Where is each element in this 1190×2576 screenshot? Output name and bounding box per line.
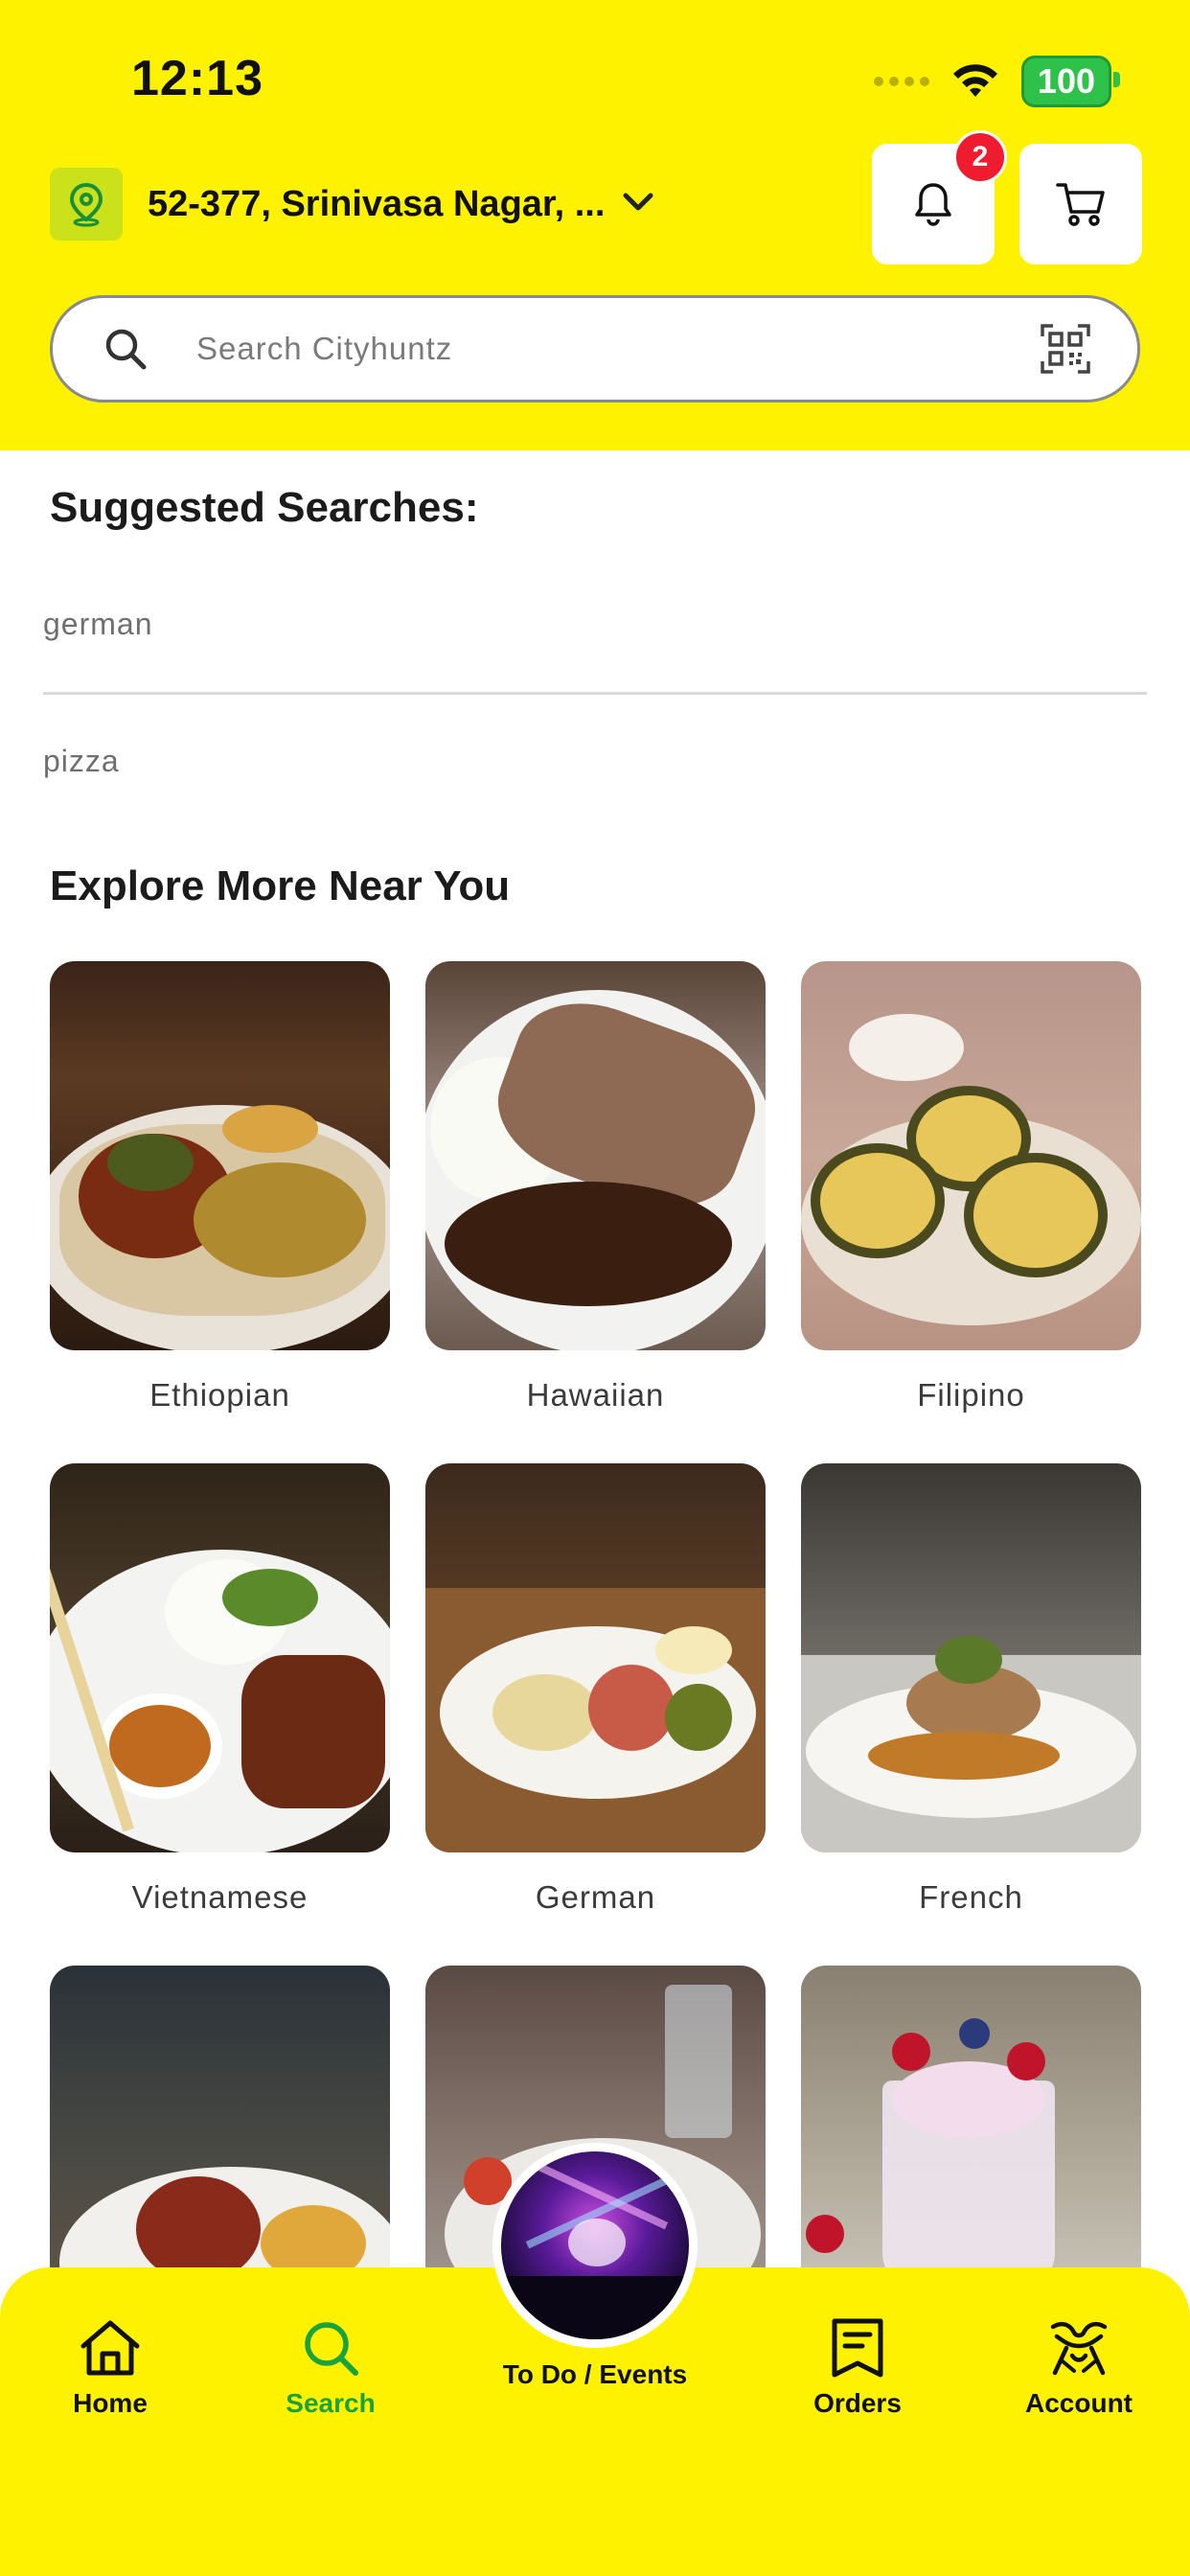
notification-count-badge: 2	[953, 130, 1007, 184]
cellular-signal-icon	[873, 77, 929, 86]
location-selector[interactable]: 52-377, Srinivasa Nagar, ...	[50, 168, 654, 241]
nav-search[interactable]: Search	[235, 2317, 426, 2419]
divider	[43, 692, 1147, 695]
cuisine-image	[50, 961, 390, 1350]
home-icon	[80, 2320, 140, 2376]
cuisine-tile-german[interactable]: German	[425, 1463, 766, 1916]
nav-label: Orders	[813, 2388, 902, 2418]
status-time: 12:13	[131, 51, 263, 106]
cuisine-image	[50, 1463, 390, 1852]
cuisine-label: Filipino	[917, 1377, 1025, 1413]
nav-label: Home	[73, 2388, 148, 2418]
search-icon	[103, 326, 149, 372]
location-address: 52-377, Srinivasa Nagar, ...	[148, 183, 606, 224]
wifi-icon	[950, 62, 1000, 101]
suggested-searches-title: Suggested Searches:	[50, 484, 479, 531]
chevron-down-icon	[622, 192, 654, 218]
cart-icon	[1056, 183, 1105, 226]
top-header: 12:13 100 52-377, Srinivasa Nagar, ... 2…	[0, 0, 1190, 450]
cuisine-tile-ethiopian[interactable]: Ethiopian	[50, 961, 390, 1414]
suggested-search-item[interactable]: german	[43, 607, 153, 642]
nav-account[interactable]: Account	[983, 2317, 1175, 2419]
location-pin-icon	[50, 168, 123, 241]
receipt-icon	[832, 2318, 883, 2378]
cuisine-label: French	[919, 1879, 1023, 1915]
cuisine-tile-vietnamese[interactable]: Vietnamese	[50, 1463, 390, 1916]
nav-events-label[interactable]: To Do / Events	[451, 2359, 739, 2390]
cuisine-tile-french[interactable]: French	[801, 1463, 1141, 1916]
status-icons: 100	[873, 56, 1121, 107]
cart-button[interactable]	[1019, 144, 1142, 264]
cuisine-image	[425, 961, 766, 1350]
cuisine-label: German	[535, 1879, 656, 1915]
cuisine-image	[801, 1463, 1141, 1852]
nav-label: Account	[1025, 2388, 1133, 2418]
cuisine-image	[425, 1463, 766, 1852]
search-bar[interactable]	[50, 295, 1140, 402]
events-button[interactable]	[492, 2143, 698, 2348]
explore-title: Explore More Near You	[50, 862, 511, 909]
cuisine-tile-hawaiian[interactable]: Hawaiian	[425, 961, 766, 1414]
qr-scan-icon[interactable]	[1040, 323, 1091, 375]
bell-icon	[915, 183, 951, 226]
cuisine-tile-filipino[interactable]: Filipino	[801, 961, 1141, 1414]
cuisine-label: Hawaiian	[526, 1377, 665, 1413]
cuisine-label: Vietnamese	[131, 1879, 309, 1915]
battery-indicator: 100	[1020, 56, 1121, 107]
cuisine-label: Ethiopian	[149, 1377, 290, 1413]
nav-home[interactable]: Home	[14, 2317, 206, 2419]
suggested-search-item[interactable]: pizza	[43, 744, 120, 779]
nav-label: Search	[286, 2388, 376, 2418]
concert-image	[501, 2151, 689, 2339]
nav-orders[interactable]: Orders	[762, 2317, 953, 2419]
search-icon	[305, 2322, 358, 2376]
search-input[interactable]	[196, 331, 1040, 367]
account-logo-icon	[1050, 2321, 1108, 2376]
cuisine-image	[801, 961, 1141, 1350]
